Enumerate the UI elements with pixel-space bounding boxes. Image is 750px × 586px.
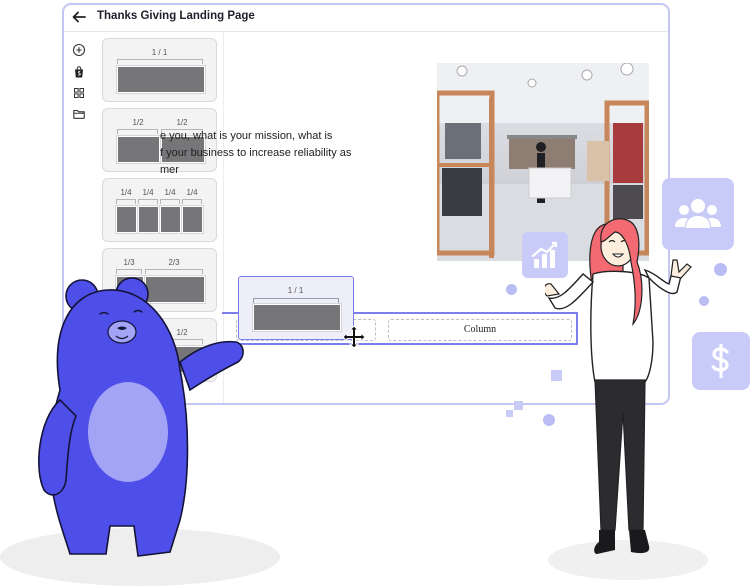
decor-dot [699,296,709,306]
content-line: e you, what is your mission, what is [160,130,333,142]
decor-dot [506,284,517,295]
layout-card-1-4[interactable]: 1/4 1/4 1/4 1/4 [102,178,217,242]
layout-block [117,66,205,93]
layout-bracket [138,199,158,204]
layout-block [117,136,160,163]
woman-illustration [545,218,692,554]
layout-label: 1 / 1 [151,48,168,57]
decor-dot [714,263,727,276]
back-arrow-icon[interactable] [70,8,88,26]
layout-block [116,206,137,233]
content-line: mer [160,164,179,176]
layout-bracket [117,59,203,64]
bear-illustration [38,277,244,557]
layout-label: 1/3 [123,258,135,267]
layout-label: 1/4 [164,188,176,197]
layout-block [182,206,203,233]
dollar-badge [692,332,750,390]
layout-label: 1/2 [132,118,144,127]
dollar-icon [711,344,729,378]
layout-bracket [182,199,202,204]
title-bar: Thanks Giving Landing Page [64,5,668,32]
decor-square [514,401,523,410]
layout-label: 1/4 [120,188,132,197]
add-circle-icon[interactable] [72,43,86,57]
layout-label: 1/4 [142,188,154,197]
content-line: f your business to increase reliability … [160,147,352,159]
layout-bracket [117,129,158,134]
layout-bracket [160,199,180,204]
content-paragraph: e you, what is your mission, what is f y… [160,128,380,179]
layout-card-1-1[interactable]: 1 / 1 [102,38,217,102]
column-label: Column [463,324,497,335]
folder-icon[interactable] [72,107,86,121]
page-title: Thanks Giving Landing Page [97,10,255,22]
layout-label: 1/2 [176,118,188,127]
grid-icon[interactable] [72,86,86,100]
layout-block [138,206,159,233]
shopify-bag-icon[interactable] [72,65,86,79]
layout-label: 2/3 [168,258,180,267]
layout-block [160,206,181,233]
decor-square [506,410,513,417]
layout-bracket [116,199,136,204]
move-cursor-icon [342,325,366,349]
layout-label: 1/4 [186,188,198,197]
